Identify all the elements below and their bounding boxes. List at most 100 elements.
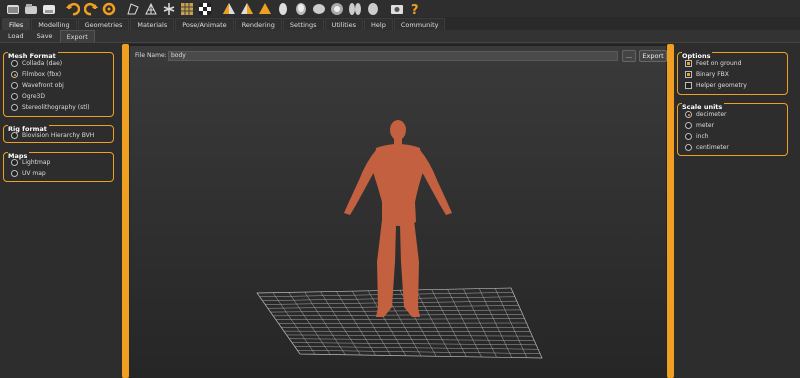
reset-icon[interactable]	[100, 1, 118, 17]
option-label: Binary FBX	[696, 71, 729, 78]
reset-camera-icon[interactable]	[328, 1, 346, 17]
option-label: Collada (dae)	[22, 60, 63, 67]
radio-circle[interactable]	[685, 111, 692, 118]
radio-circle[interactable]	[685, 133, 692, 140]
tab-load[interactable]: Load	[2, 30, 30, 42]
window-icon[interactable]	[4, 1, 22, 17]
tab-community[interactable]: Community	[393, 18, 446, 30]
option-label: meter	[696, 122, 715, 129]
radio-inch[interactable]: inch	[685, 132, 709, 141]
checkbox-helper-geometry[interactable]: Helper geometry	[685, 81, 747, 90]
ground-grid	[256, 287, 543, 359]
radio-decimeter[interactable]: decimeter	[685, 110, 727, 119]
radio-circle[interactable]	[11, 132, 18, 139]
maps-group: Maps Lightmap UV map	[3, 152, 114, 182]
radio-circle[interactable]	[11, 104, 18, 111]
back-view-icon[interactable]	[238, 1, 256, 17]
checkbox-box[interactable]	[685, 71, 692, 78]
smooth-icon[interactable]	[124, 1, 142, 17]
radio-circle[interactable]	[11, 82, 18, 89]
right-panel: Options Feet on ground Binary FBX Helper…	[674, 44, 800, 378]
option-label: inch	[696, 133, 709, 140]
screenshot-icon[interactable]	[388, 1, 406, 17]
left-view-icon[interactable]	[256, 1, 274, 17]
front-view-icon[interactable]	[220, 1, 238, 17]
tab-pose-animate[interactable]: Pose/Animate	[175, 18, 234, 30]
front-camera-icon[interactable]	[346, 1, 364, 17]
open-icon[interactable]	[22, 1, 40, 17]
option-label: UV map	[22, 170, 46, 177]
checkbox-box[interactable]	[685, 60, 692, 67]
radio-circle[interactable]	[11, 159, 18, 166]
option-label: Ogre3D	[22, 93, 45, 100]
tab-geometries[interactable]: Geometries	[77, 18, 130, 30]
tab-utilities[interactable]: Utilities	[324, 18, 364, 30]
radio-circle[interactable]	[11, 170, 18, 177]
checkbox-binary-fbx[interactable]: Binary FBX	[685, 70, 729, 79]
export-button[interactable]: Export	[639, 50, 667, 62]
help-icon[interactable]: ?	[406, 1, 424, 17]
mesh-format-group: Mesh Format Collada (dae) Filmbox (fbx) …	[3, 52, 114, 117]
sub-tabs: Load Save Export	[0, 30, 800, 43]
radio-circle[interactable]	[11, 60, 18, 67]
radio-uvmap[interactable]: UV map	[11, 169, 46, 178]
tab-rendering[interactable]: Rendering	[234, 18, 282, 30]
radio-circle[interactable]	[685, 144, 692, 151]
left-scrollbar[interactable]	[122, 44, 129, 378]
radio-stl[interactable]: Stereolithography (stl)	[11, 103, 90, 112]
option-label: Wavefront obj	[22, 82, 64, 89]
option-label: Filmbox (fbx)	[22, 71, 62, 78]
file-name-label: File Name:	[135, 52, 167, 59]
right-scrollbar[interactable]	[667, 44, 674, 378]
redo-icon[interactable]	[82, 1, 100, 17]
tab-help[interactable]: Help	[364, 18, 393, 30]
radio-circle[interactable]	[11, 93, 18, 100]
option-label: Biovision Hierarchy BVH	[22, 132, 95, 139]
radio-centimeter[interactable]: centimeter	[685, 143, 729, 152]
right-view-icon[interactable]	[274, 1, 292, 17]
top-view-icon[interactable]	[292, 1, 310, 17]
tab-files[interactable]: Files	[2, 18, 31, 30]
tab-save[interactable]: Save	[31, 30, 59, 42]
browse-button[interactable]: ...	[622, 50, 636, 62]
wireframe-icon[interactable]	[142, 1, 160, 17]
left-panel: Mesh Format Collada (dae) Filmbox (fbx) …	[0, 44, 122, 378]
radio-wavefront[interactable]: Wavefront obj	[11, 81, 64, 90]
option-label: centimeter	[696, 144, 729, 151]
option-label: decimeter	[696, 111, 727, 118]
tab-export[interactable]: Export	[59, 30, 95, 42]
rig-format-group: Rig format Biovision Hierarchy BVH	[3, 125, 114, 143]
save-icon[interactable]	[40, 1, 58, 17]
options-group: Options Feet on ground Binary FBX Helper…	[677, 52, 788, 95]
tab-modelling[interactable]: Modelling	[31, 18, 77, 30]
file-name-input[interactable]: body	[168, 51, 618, 61]
tab-settings[interactable]: Settings	[282, 18, 324, 30]
radio-ogre3d[interactable]: Ogre3D	[11, 92, 45, 101]
checkbox-box[interactable]	[685, 82, 692, 89]
radio-meter[interactable]: meter	[685, 121, 714, 130]
pose-icon[interactable]	[160, 1, 178, 17]
main-toolbar: ?	[0, 0, 800, 17]
option-label: Lightmap	[22, 159, 51, 166]
bottom-view-icon[interactable]	[310, 1, 328, 17]
tab-materials[interactable]: Materials	[130, 18, 175, 30]
main-tabs: Files Modelling Geometries Materials Pos…	[0, 17, 800, 30]
checkbox-feet-on-ground[interactable]: Feet on ground	[685, 59, 741, 68]
radio-circle[interactable]	[11, 71, 18, 78]
checker-icon[interactable]	[196, 1, 214, 17]
undo-icon[interactable]	[64, 1, 82, 17]
human-model	[344, 120, 452, 317]
option-label: Helper geometry	[696, 82, 747, 89]
side-camera-icon[interactable]	[364, 1, 382, 17]
radio-circle[interactable]	[685, 122, 692, 129]
option-label: Feet on ground	[696, 60, 742, 67]
radio-collada[interactable]: Collada (dae)	[11, 59, 62, 68]
radio-filmbox[interactable]: Filmbox (fbx)	[11, 70, 61, 79]
grid-icon[interactable]	[178, 1, 196, 17]
3d-scene	[256, 120, 543, 359]
scale-units-group: Scale units decimeter meter inch centime…	[677, 103, 788, 156]
radio-bvh[interactable]: Biovision Hierarchy BVH	[11, 131, 94, 140]
option-label: Stereolithography (stl)	[22, 104, 90, 111]
radio-lightmap[interactable]: Lightmap	[11, 158, 50, 167]
svg-text:?: ?	[411, 3, 419, 16]
